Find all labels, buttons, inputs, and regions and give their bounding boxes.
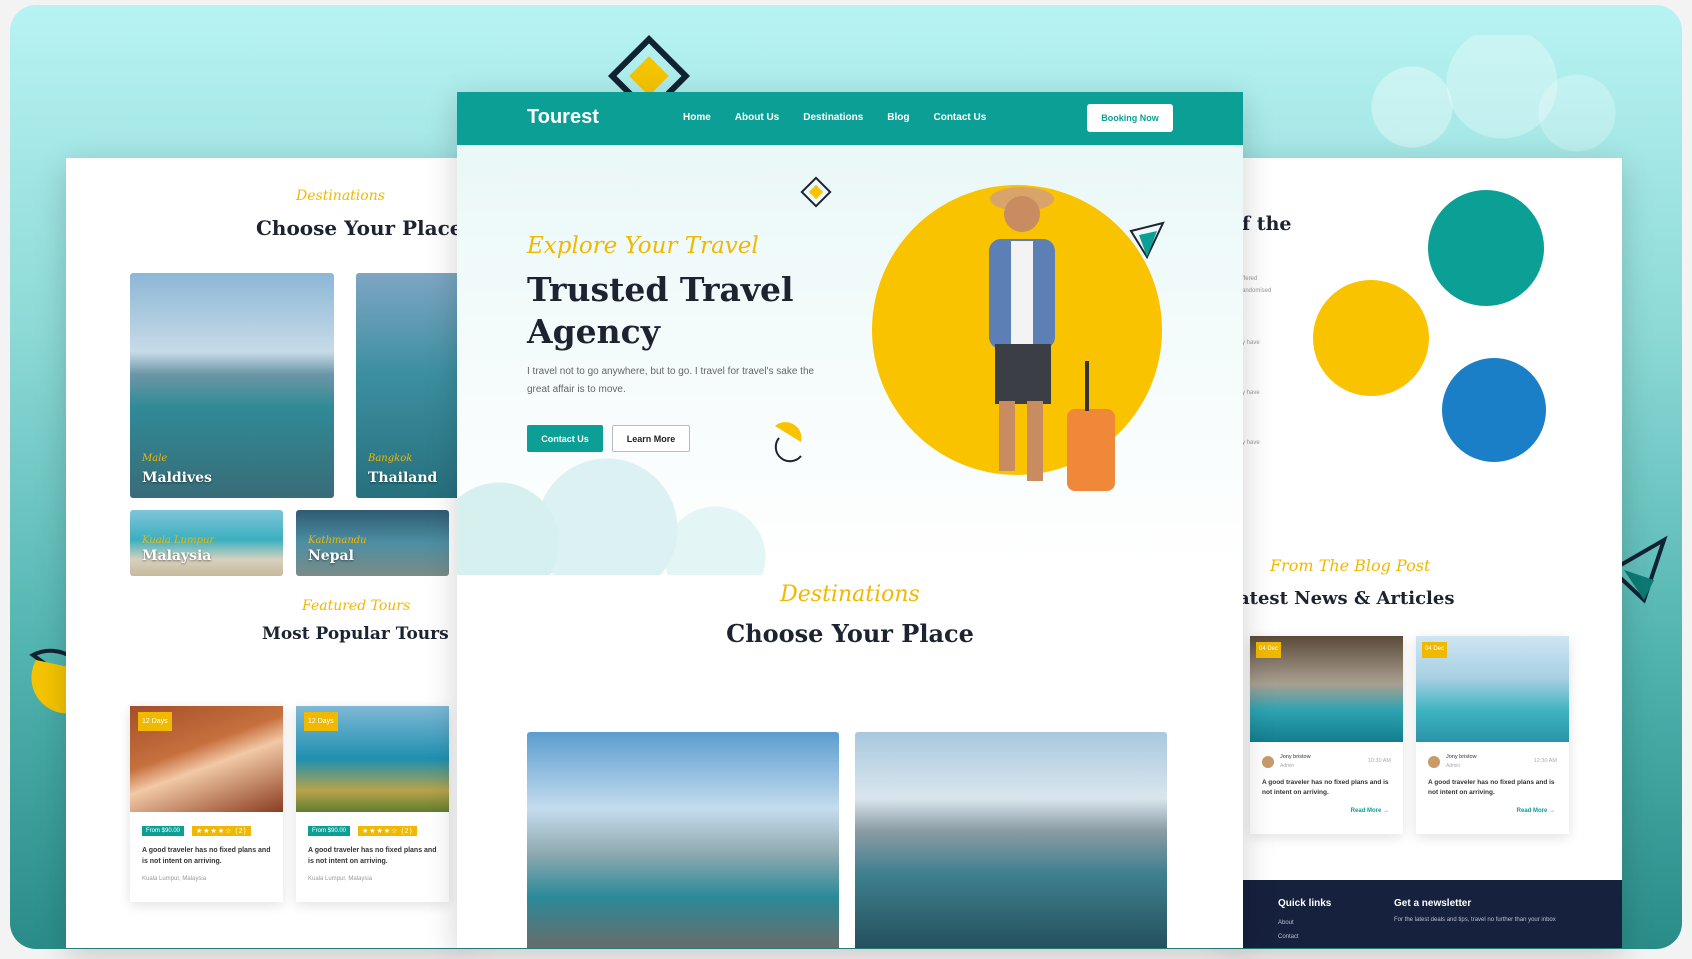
text-fragment: y have: [1242, 340, 1260, 346]
author-role: Admin: [1446, 763, 1461, 769]
destination-card-large[interactable]: [855, 732, 1167, 948]
footer-link[interactable]: About: [1278, 920, 1294, 926]
post-time: 10:30 AM: [1367, 758, 1391, 764]
left-page-preview: Destinations Choose Your Place Male Mald…: [66, 158, 466, 948]
learn-more-button[interactable]: Learn More: [612, 425, 690, 452]
destinations-script: Destinations: [296, 188, 385, 204]
hero-title: Trusted Travel Agency: [527, 270, 794, 352]
teal-circle-photo: [1428, 190, 1544, 306]
nav-home[interactable]: Home: [683, 112, 711, 123]
destination-name: Thailand: [368, 470, 438, 486]
tour-card[interactable]: 12 Days From $90.00 ★★★★☆ (2) A good tra…: [130, 706, 283, 902]
text-fragment: y have: [1242, 440, 1260, 446]
rating-stars: ★★★★☆ (2): [358, 826, 417, 836]
site-footer: Quick links About Contact Get a newslett…: [1230, 880, 1622, 948]
read-more-link[interactable]: Read More →: [1517, 808, 1555, 814]
hero-script: Explore Your Travel: [527, 233, 759, 259]
top-navbar: Tourest Home About Us Destinations Blog …: [457, 92, 1243, 145]
tour-location: Kuala Lumpur, Malaysia: [308, 876, 373, 882]
destinations-script: Destinations: [780, 582, 920, 607]
destination-name: Nepal: [308, 548, 354, 564]
destination-script: Kathmandu: [308, 535, 367, 546]
post-time: 12:30 AM: [1533, 758, 1557, 764]
main-page-preview: Tourest Home About Us Destinations Blog …: [457, 92, 1243, 948]
diamond-icon: [800, 176, 832, 208]
newsletter-text: For the latest deals and tips, travel no…: [1394, 917, 1556, 923]
author-name: Jony bristow: [1446, 754, 1477, 760]
booking-now-button[interactable]: Booking Now: [1087, 104, 1173, 132]
nav-destinations[interactable]: Destinations: [803, 112, 863, 123]
blue-circle-photo: [1442, 358, 1546, 462]
half-moon-icon: [774, 422, 802, 463]
tour-location: Kuala Lumpur, Malaysia: [142, 876, 207, 882]
quick-links-heading: Quick links: [1278, 898, 1332, 909]
post-description: A good traveler has no fixed plans and i…: [1262, 779, 1389, 797]
text-fragment: ffered: [1242, 276, 1258, 282]
contact-us-button[interactable]: Contact Us: [527, 425, 603, 452]
footer-link[interactable]: Contact: [1278, 934, 1299, 940]
avatar: [1262, 756, 1274, 768]
nav-links: Home About Us Destinations Blog Contact …: [683, 112, 986, 123]
brand-logo[interactable]: Tourest: [527, 106, 599, 129]
post-description: A good traveler has no fixed plans and i…: [1428, 779, 1555, 797]
hero-section: Explore Your Travel Trusted Travel Agenc…: [457, 145, 1243, 575]
hero-cloud: [457, 445, 787, 575]
author-name: Jony bristow: [1280, 754, 1311, 760]
tour-description: A good traveler has no fixed plans and i…: [142, 847, 271, 865]
author-role: Admin: [1280, 763, 1295, 769]
destination-card-large[interactable]: [527, 732, 839, 948]
tour-card[interactable]: 12 Days From $90.00 ★★★★☆ (2) A good tra…: [296, 706, 449, 902]
blog-script: From The Blog Post: [1270, 556, 1431, 575]
tours-heading: Most Popular Tours: [262, 624, 449, 644]
choose-place-heading: Choose Your Place: [726, 619, 974, 648]
featured-tours-script: Featured Tours: [302, 598, 411, 614]
background-clouds: [1322, 35, 1622, 155]
yellow-circle-photo: [1313, 280, 1429, 396]
days-badge: 12 Days: [138, 712, 172, 732]
destination-script: Kuala Lumpur: [142, 535, 215, 546]
rating-stars: ★★★★☆ (2): [192, 826, 251, 836]
destination-script: Male: [142, 453, 168, 464]
nav-about-us[interactable]: About Us: [735, 112, 779, 123]
right-page-preview: f the ffered andomised y have y have y h…: [1230, 158, 1622, 948]
avatar: [1428, 756, 1440, 768]
paper-plane-icon: [1129, 221, 1165, 260]
hero-description: I travel not to go anywhere, but to go. …: [527, 366, 815, 395]
newsletter-heading: Get a newsletter: [1394, 898, 1472, 909]
destinations-heading: Choose Your Place: [256, 216, 463, 240]
nav-blog[interactable]: Blog: [887, 112, 909, 123]
destination-name: Maldives: [142, 470, 212, 486]
section-heading-fragment: f the: [1242, 213, 1292, 235]
date-badge: 04 Dec: [1422, 642, 1448, 658]
blog-heading: atest News & Articles: [1238, 588, 1455, 609]
read-more-link[interactable]: Read More →: [1351, 808, 1389, 814]
destination-script: Bangkok: [368, 453, 413, 464]
blog-card[interactable]: 04 Dec Jony bristow Admin 12:30 AM A goo…: [1416, 636, 1569, 834]
text-fragment: y have: [1242, 390, 1260, 396]
destination-card-maldives[interactable]: Male Maldives: [130, 273, 334, 498]
traveler-illustration: [989, 187, 1115, 491]
days-badge: 12 Days: [304, 712, 338, 732]
destination-card-nepal[interactable]: Kathmandu Nepal: [296, 510, 449, 576]
text-fragment: andomised: [1242, 288, 1272, 294]
blog-card[interactable]: 04 Dec Jony bristow Admin 10:30 AM A goo…: [1250, 636, 1403, 834]
date-badge: 04 Dec: [1256, 642, 1282, 658]
price-badge: From $90.00: [142, 826, 185, 836]
destination-card-thailand[interactable]: Bangkok Thailand: [356, 273, 466, 498]
destination-name: Malaysia: [142, 548, 212, 564]
tour-description: A good traveler has no fixed plans and i…: [308, 847, 437, 865]
destination-card-malaysia[interactable]: Kuala Lumpur Malaysia: [130, 510, 283, 576]
price-badge: From $90.00: [308, 826, 351, 836]
nav-contact-us[interactable]: Contact Us: [933, 112, 986, 123]
